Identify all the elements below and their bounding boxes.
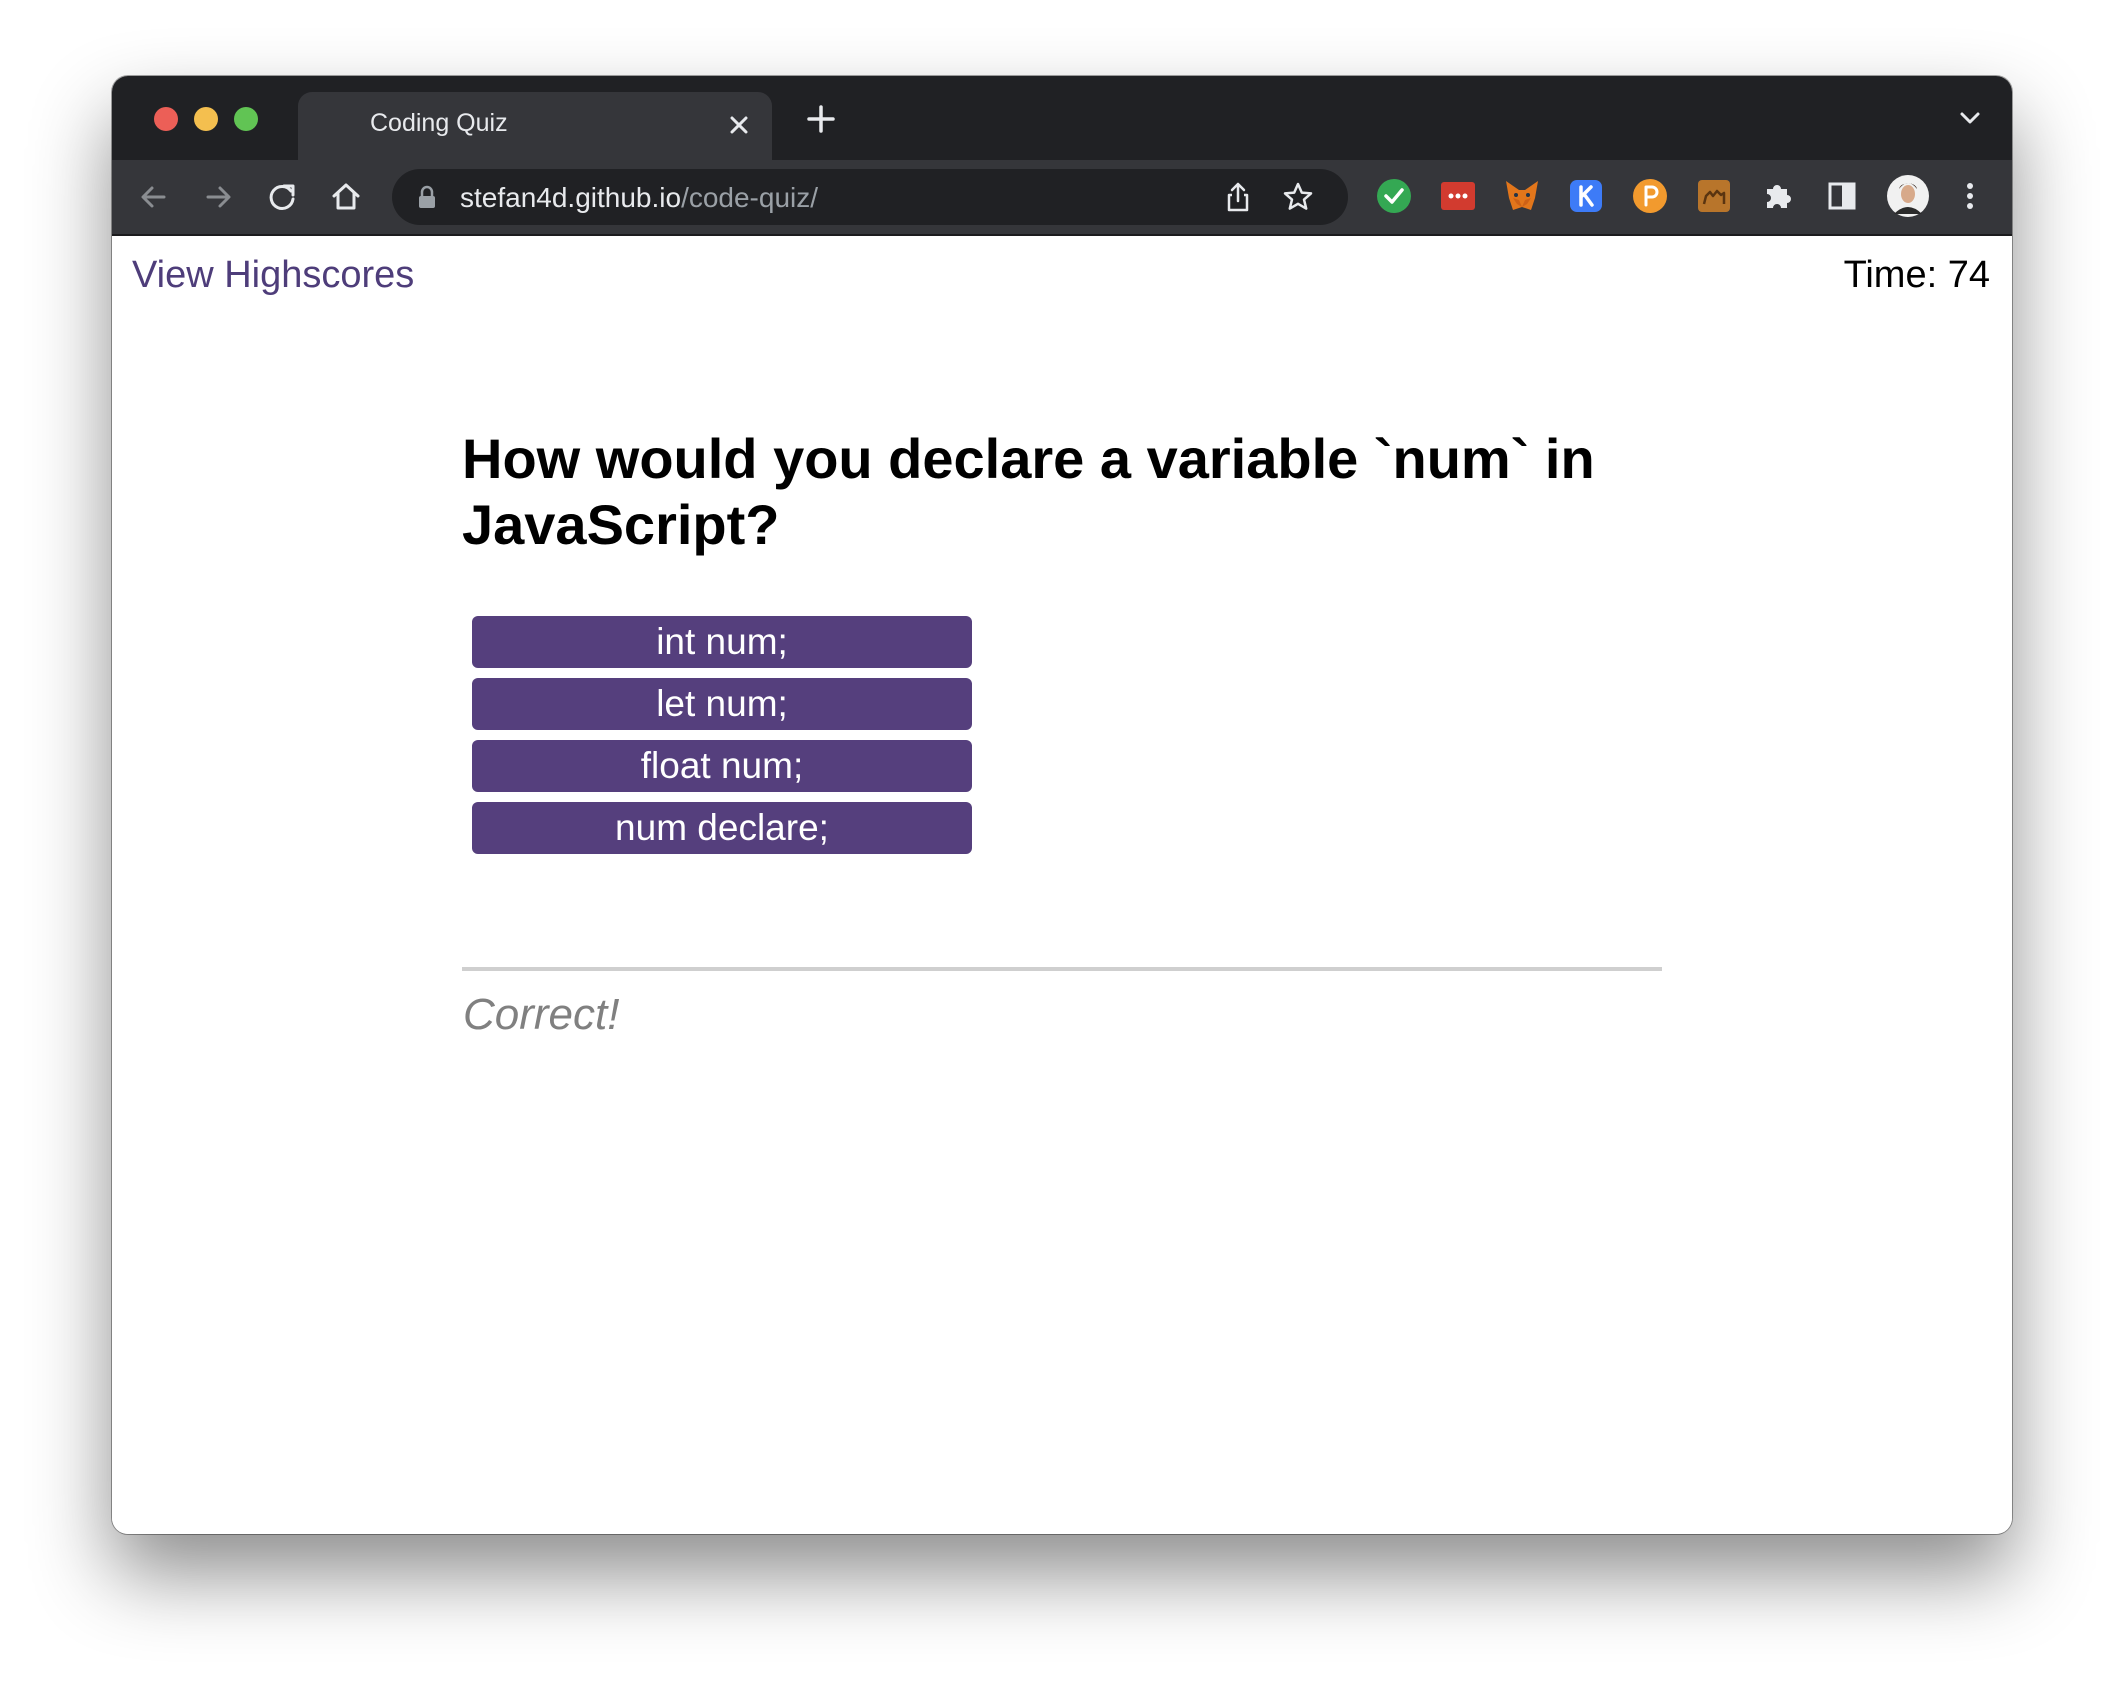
arrow-left-icon[interactable] — [132, 175, 176, 219]
p-extension-icon[interactable] — [1630, 176, 1670, 216]
timer-value: 74 — [1947, 254, 1990, 296]
lock-icon[interactable] — [416, 185, 438, 209]
side-panel-icon[interactable] — [1822, 176, 1862, 216]
maximize-window-button[interactable] — [234, 107, 258, 131]
close-icon[interactable] — [720, 106, 758, 144]
star-icon[interactable] — [1280, 179, 1316, 215]
reload-icon[interactable] — [260, 175, 304, 219]
answer-button-int-num[interactable]: int num; — [472, 616, 972, 668]
url-text[interactable]: stefan4d.github.io/code-quiz/ — [460, 182, 818, 214]
profile-avatar[interactable] — [1886, 174, 1930, 218]
timer: Time: 74 — [1844, 254, 1990, 297]
password-manager-extension-icon[interactable] — [1438, 176, 1478, 216]
answer-button-let-num[interactable]: let num; — [472, 678, 972, 730]
feedback-divider — [462, 967, 1662, 971]
answer-button-float-num[interactable]: float num; — [472, 740, 972, 792]
minimize-window-button[interactable] — [194, 107, 218, 131]
browser-toolbar: stefan4d.github.io/code-quiz/ — [112, 160, 2012, 236]
address-bar[interactable]: stefan4d.github.io/code-quiz/ — [392, 169, 1348, 225]
close-window-button[interactable] — [154, 107, 178, 131]
chevron-down-icon[interactable] — [1952, 100, 1988, 136]
page-content: View Highscores Time: 74 How would you d… — [112, 236, 2012, 1534]
tab-title: Coding Quiz — [370, 109, 508, 137]
puzzle-extensions-icon[interactable] — [1758, 176, 1798, 216]
browser-window: Coding Quiz stefan4d.github.io/code-quiz… — [112, 76, 2012, 1534]
answer-choices: int num; let num; float num; num declare… — [472, 616, 972, 864]
url-host: stefan4d.github.io — [460, 182, 682, 213]
tab-coding-quiz[interactable]: Coding Quiz — [298, 92, 772, 160]
home-icon[interactable] — [324, 175, 368, 219]
browser-titlebar: Coding Quiz — [112, 76, 2012, 160]
url-path: /code-quiz/ — [681, 182, 819, 213]
k-extension-icon[interactable] — [1566, 176, 1606, 216]
camel-extension-icon[interactable] — [1694, 176, 1734, 216]
plus-icon[interactable] — [800, 98, 842, 140]
more-menu-icon[interactable] — [1950, 176, 1990, 216]
timer-label: Time: — [1843, 254, 1948, 296]
question-title: How would you declare a variable `num` i… — [462, 427, 1595, 556]
answer-feedback: Correct! — [463, 990, 620, 1039]
arrow-right-icon[interactable] — [196, 175, 240, 219]
view-highscores-link[interactable]: View Highscores — [132, 254, 414, 297]
answer-button-num-declare[interactable]: num declare; — [472, 802, 972, 854]
check-extension-icon[interactable] — [1374, 176, 1414, 216]
share-icon[interactable] — [1220, 179, 1256, 215]
metamask-fox-icon[interactable] — [1502, 176, 1542, 216]
